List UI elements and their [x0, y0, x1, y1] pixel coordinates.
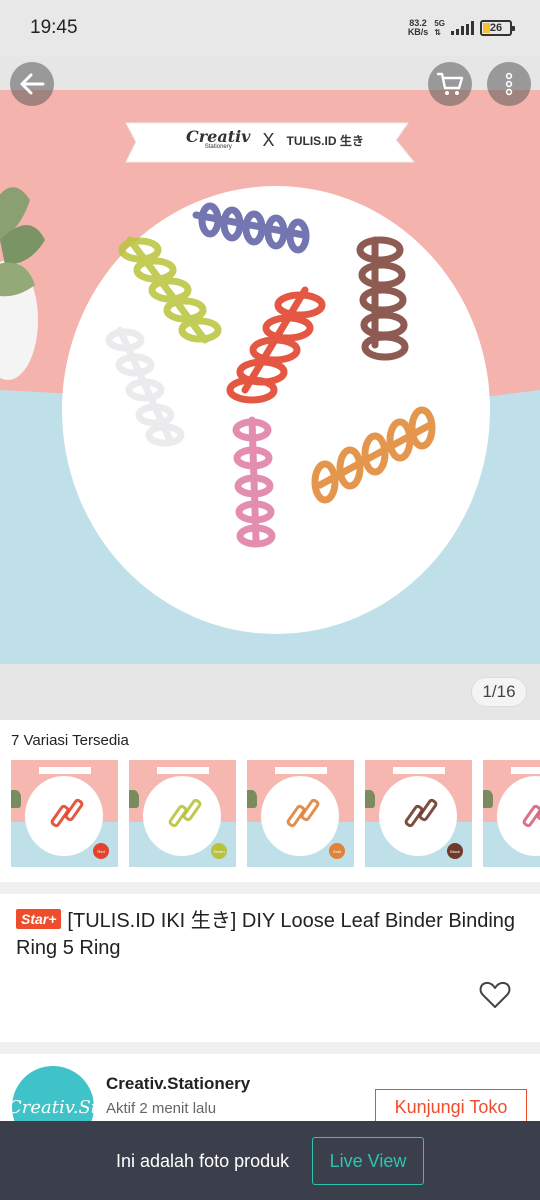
product-image-gallery[interactable]: Creativ Stationery X TULIS.ID 生き 1/16 [0, 56, 540, 720]
variant-banner [157, 767, 209, 774]
status-bar: 19:45 83.2 KB/s 5G ⇅ 26 [0, 0, 540, 56]
arrow-left-icon [20, 73, 45, 95]
banner-brand-name: Creativ [186, 127, 251, 146]
cart-button[interactable] [428, 62, 472, 106]
image-counter: 1/16 [471, 677, 527, 707]
variant-thumbnail[interactable] [483, 760, 540, 867]
variant-banner [39, 767, 91, 774]
battery-level: 26 [489, 22, 503, 34]
variant-color-badge: Red [93, 843, 109, 859]
variant-plant [247, 790, 257, 808]
back-button[interactable] [10, 62, 54, 106]
variant-plant [483, 790, 493, 808]
variant-banner [511, 767, 540, 774]
variant-thumbnail[interactable]: Red [11, 760, 118, 867]
data-arrows-icon: ⇅ [434, 28, 442, 37]
product-photo[interactable]: Creativ Stationery X TULIS.ID 生き [0, 90, 540, 664]
more-vertical-icon [505, 72, 513, 96]
banner-brand-sub: Stationery [204, 144, 232, 150]
bottom-bar: Ini adalah foto produk Live View [0, 1121, 540, 1200]
variant-plant [365, 790, 375, 808]
cart-icon [436, 72, 464, 95]
product-title: Star+ [TULIS.ID IKI 生き] DIY Loose Leaf Bi… [16, 908, 516, 962]
shop-status: Aktif 2 menit lalu [106, 1100, 217, 1117]
network-speed-unit: KB/s [407, 27, 429, 37]
live-view-button[interactable]: Live View [312, 1137, 424, 1185]
heart-outline-icon [479, 981, 511, 1008]
bottom-bar-message: Ini adalah foto produk [116, 1151, 290, 1171]
star-plus-badge: Star+ [16, 909, 62, 929]
network-type-label: 5G [434, 19, 445, 28]
variant-plant [129, 790, 139, 808]
banner-partner: TULIS.ID 生き [286, 134, 364, 148]
variant-color-badge: Green [211, 843, 227, 859]
banner-brand: Creativ Stationery [186, 127, 251, 151]
network-type: 5G ⇅ [434, 19, 445, 37]
product-title-text: [TULIS.ID IKI 生き] DIY Loose Leaf Binder … [16, 910, 516, 959]
variant-banner [393, 767, 445, 774]
status-icons: 83.2 KB/s 5G ⇅ 26 [408, 19, 515, 37]
signal-icon [451, 21, 474, 35]
product-photo-illustration [0, 90, 540, 664]
network-speed: 83.2 KB/s [408, 19, 429, 37]
variant-thumbnail[interactable]: Green [129, 760, 236, 867]
variant-color-badge: Gold [329, 843, 345, 859]
banner-x: X [262, 130, 275, 150]
photo-banner: Creativ Stationery X TULIS.ID 生き [186, 127, 364, 151]
status-time: 19:45 [30, 17, 78, 38]
shop-avatar-text: Creativ.St [7, 1096, 99, 1118]
more-options-button[interactable] [487, 62, 531, 106]
visit-shop-button[interactable]: Kunjungi Toko [375, 1089, 527, 1125]
variant-list: Red Green Gold Black [11, 760, 540, 867]
product-info: Star+ [TULIS.ID IKI 生き] DIY Loose Leaf Bi… [0, 894, 540, 1042]
product-page: 19:45 83.2 KB/s 5G ⇅ 26 Creativ Statione… [0, 0, 540, 1200]
variations-section: 7 Variasi Tersedia Red Green Gold Black [0, 720, 540, 882]
variant-thumbnail[interactable]: Gold [247, 760, 354, 867]
variant-plant [11, 790, 21, 808]
variant-thumbnail[interactable]: Black [365, 760, 472, 867]
battery-icon: 26 [480, 20, 515, 36]
favorite-button[interactable] [479, 980, 511, 1010]
variant-banner [275, 767, 327, 774]
variations-title: 7 Variasi Tersedia [11, 732, 129, 749]
variant-color-badge: Black [447, 843, 463, 859]
shop-name[interactable]: Creativ.Stationery [106, 1074, 250, 1094]
